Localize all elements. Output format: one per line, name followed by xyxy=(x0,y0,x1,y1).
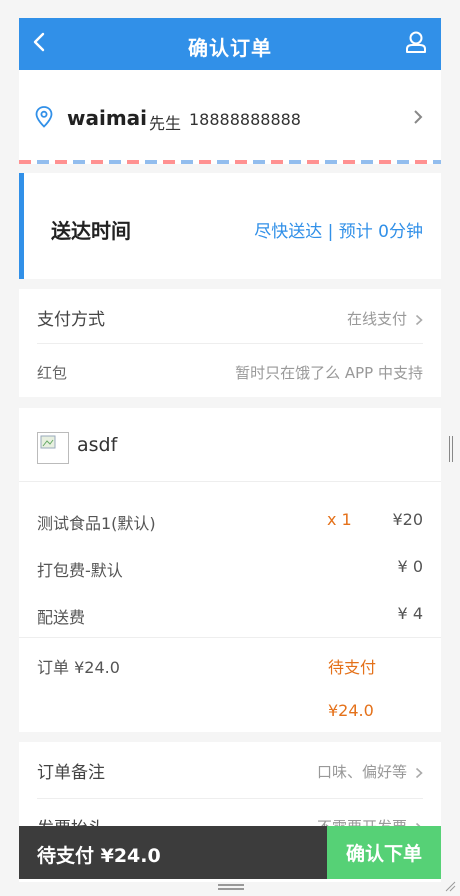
user-icon[interactable] xyxy=(405,30,427,54)
payment-method-row[interactable]: 支付方式 在线支付 xyxy=(37,289,423,343)
order-items-section: asdf 测试食品1(默认) x 1 ¥20 打包费-默认 ¥ 0 配送费 ¥ … xyxy=(19,408,441,732)
chevron-right-icon xyxy=(415,767,423,778)
delivery-time-label: 送达时间 xyxy=(51,219,131,243)
payment-method-value: 在线支付 xyxy=(346,310,407,328)
address-row[interactable]: waimai 先生 18888888888 xyxy=(19,70,441,164)
chevron-right-icon xyxy=(414,110,423,124)
order-remark-row[interactable]: 订单备注 口味、偏好等 xyxy=(37,742,423,796)
resize-grip-icon[interactable] xyxy=(444,880,456,892)
red-packet-label: 红包 xyxy=(37,364,68,382)
payment-section: 支付方式 在线支付 红包 暂时只在饿了么 APP 中支持 xyxy=(19,289,441,397)
item-name: 测试食品1(默认) xyxy=(37,514,156,533)
red-packet-value: 暂时只在饿了么 APP 中支持 xyxy=(235,364,423,382)
pending-payment-label: 待支付 xyxy=(328,658,377,677)
item-price: ¥ 4 xyxy=(397,604,423,623)
shop-image xyxy=(37,432,69,464)
shop-name: asdf xyxy=(77,434,118,456)
item-price: ¥ 0 xyxy=(397,557,423,576)
page-title: 确认订单 xyxy=(188,36,272,60)
address-phone: 18888888888 xyxy=(189,110,301,129)
red-packet-row: 红包 暂时只在饿了么 APP 中支持 xyxy=(37,343,423,397)
checkout-bar: 待支付 ¥24.0 确认下单 xyxy=(19,826,441,879)
payment-method-label: 支付方式 xyxy=(37,310,105,330)
packing-fee-row: 打包费-默认 ¥ 0 xyxy=(37,557,423,603)
header-bar: 确认订单 xyxy=(19,18,441,70)
delivery-time-section: 送达时间 尽快送达 | 预计 0分钟 xyxy=(19,173,441,279)
divider xyxy=(19,637,441,638)
shop-header: asdf xyxy=(19,408,441,482)
delivery-time-value: 尽快送达 | 预计 0分钟 xyxy=(254,222,423,242)
order-item-row: 测试食品1(默认) x 1 ¥20 xyxy=(37,510,423,556)
pending-total: 待支付 ¥24.0 xyxy=(19,826,327,879)
drag-handle[interactable] xyxy=(218,884,244,890)
item-name: 打包费-默认 xyxy=(37,561,123,580)
address-sex: 先生 xyxy=(149,114,182,133)
delivery-fee-row: 配送费 ¥ 4 xyxy=(37,604,423,650)
app-screen: 确认订单 waimai 先生 18888888888 送达时间 尽快送达 | 预… xyxy=(19,18,441,896)
chevron-right-icon xyxy=(415,314,423,325)
order-remark-value: 口味、偏好等 xyxy=(316,763,407,781)
item-quantity: x 1 xyxy=(327,510,352,529)
item-price: ¥20 xyxy=(392,510,423,529)
order-remark-label: 订单备注 xyxy=(37,763,105,783)
confirm-order-button[interactable]: 确认下单 xyxy=(327,826,441,879)
broken-image-icon xyxy=(40,435,56,449)
location-pin-icon xyxy=(35,106,53,128)
address-envelope-stripe xyxy=(19,160,441,164)
item-name: 配送费 xyxy=(37,608,86,627)
address-name: waimai xyxy=(67,106,148,130)
pending-payment-amount: ¥24.0 xyxy=(328,701,374,720)
order-total: 订单 ¥24.0 xyxy=(37,658,120,677)
scrollbar-handle[interactable] xyxy=(449,436,453,462)
